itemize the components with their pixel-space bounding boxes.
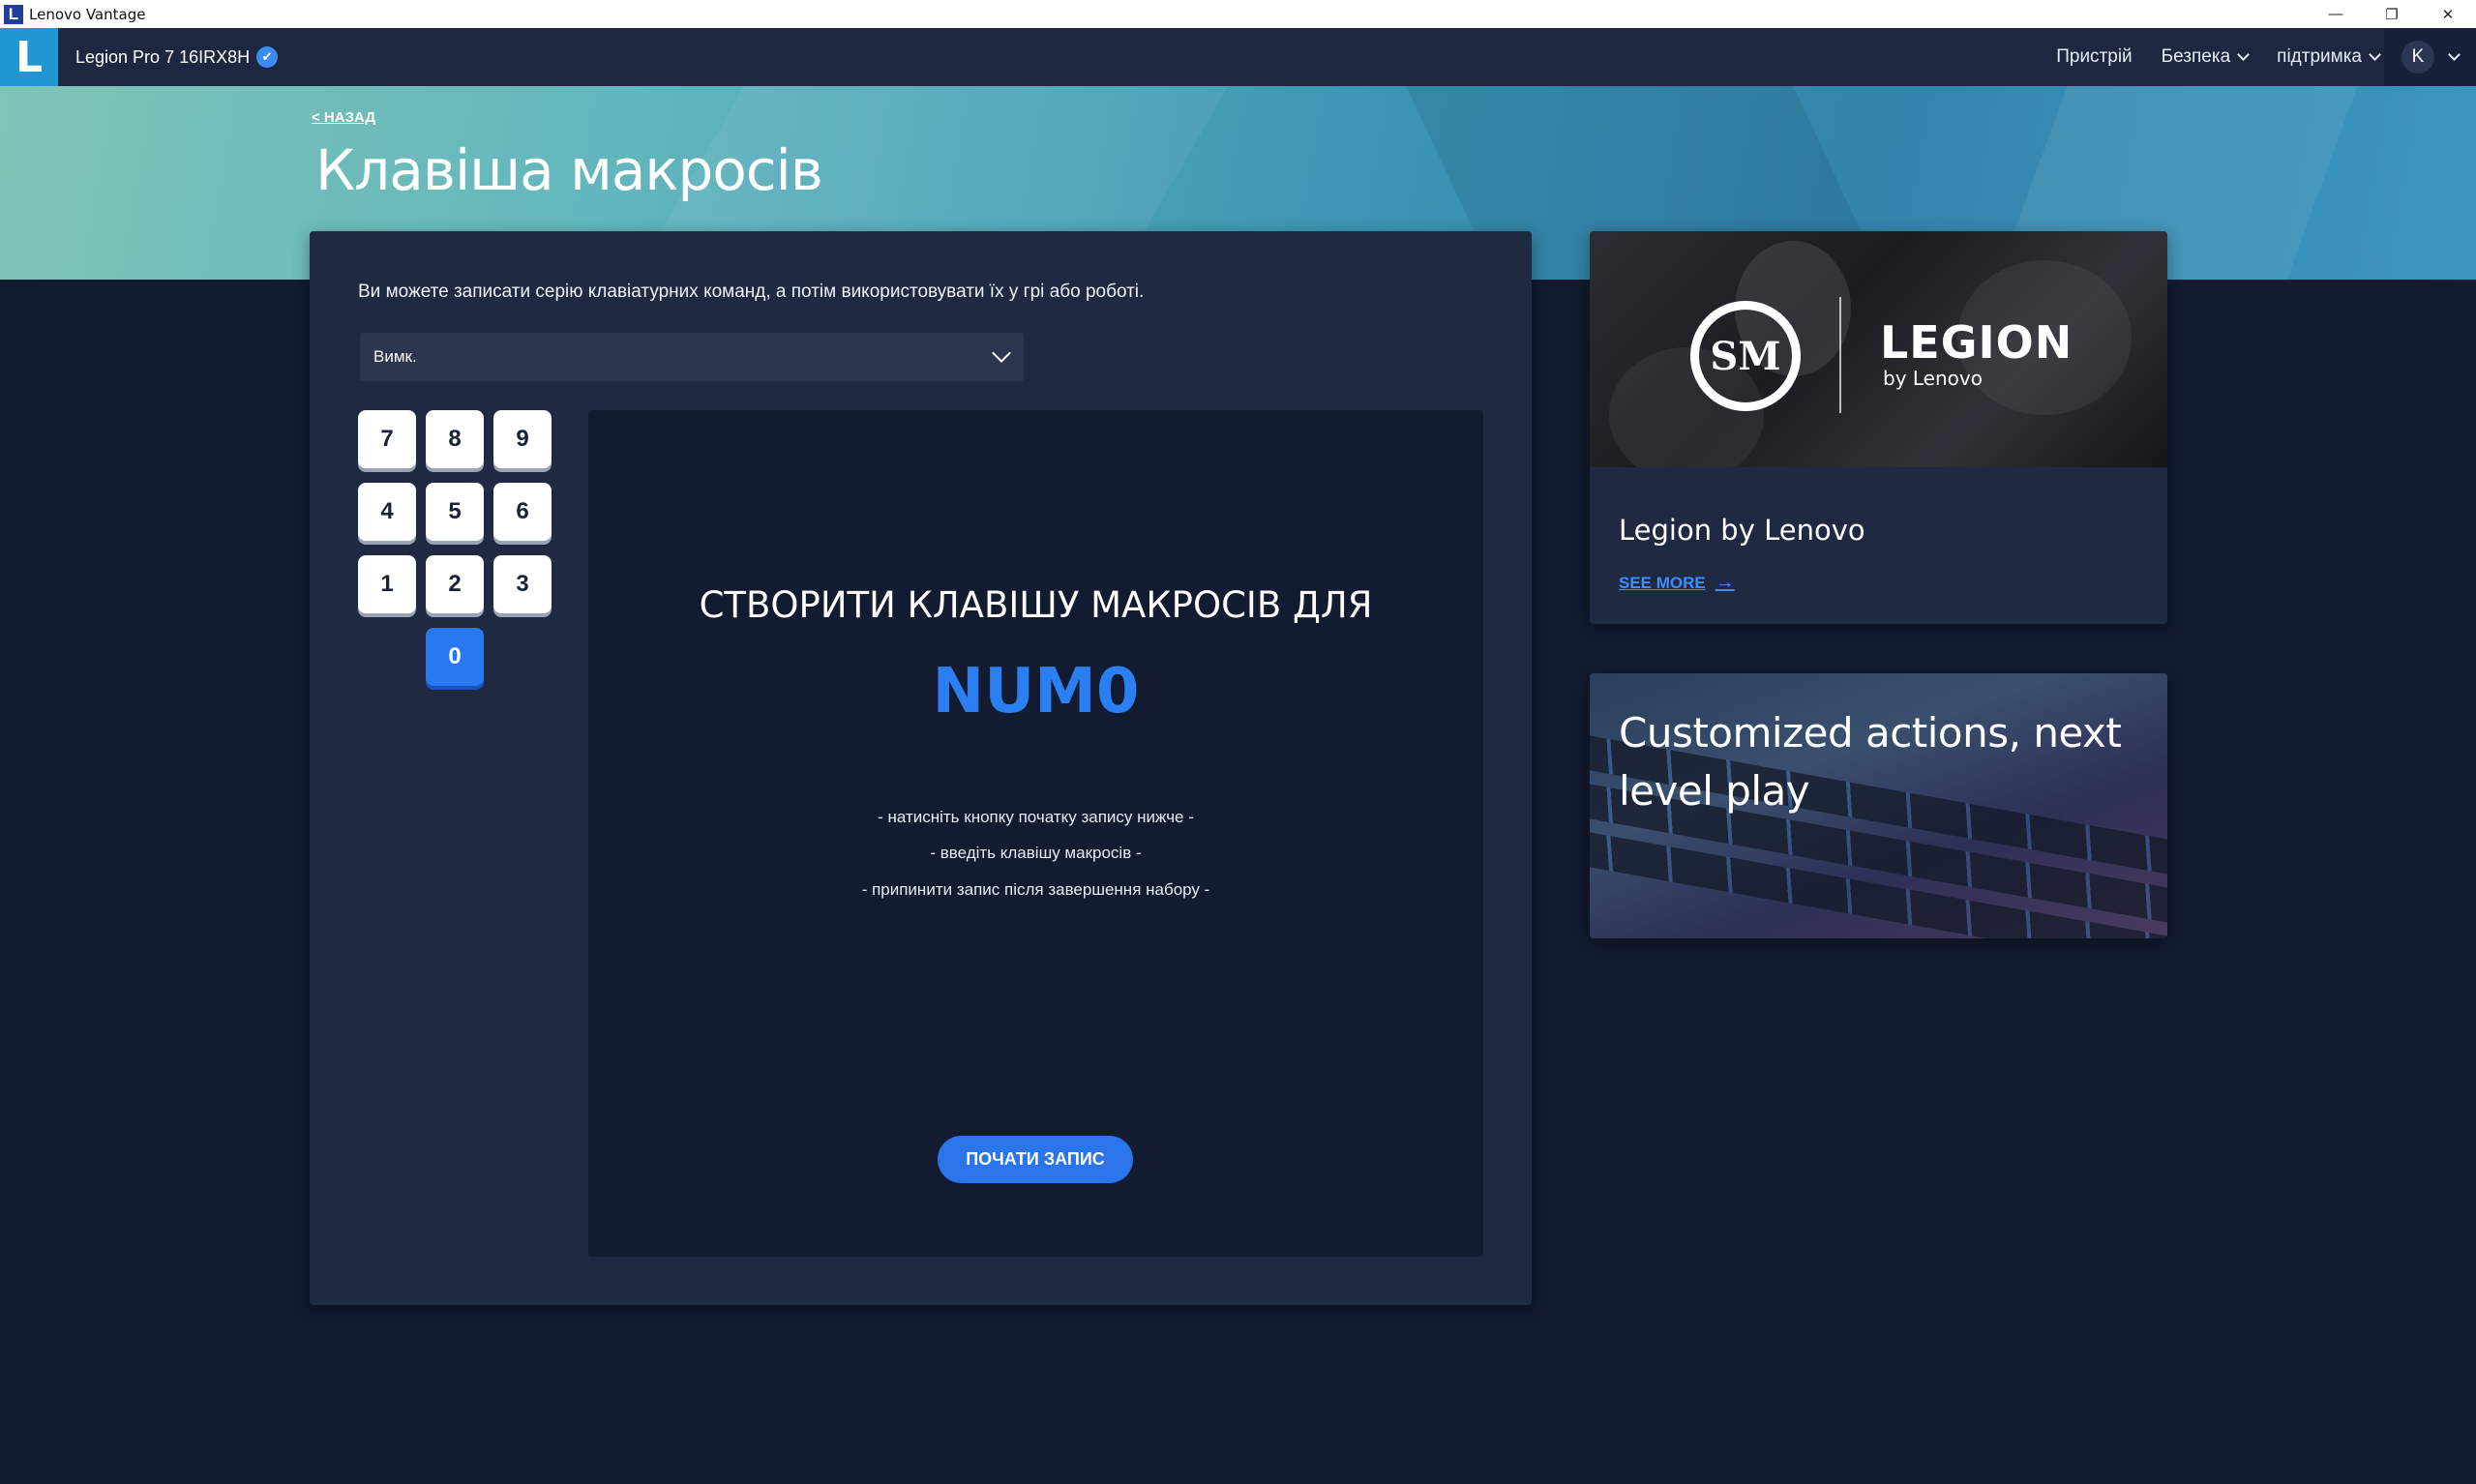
window-title: Lenovo Vantage [29,5,146,23]
numpad-key-0[interactable]: 0 [426,628,484,686]
nav-support-label: підтримка [2277,46,2362,67]
legion-promo-image: SM LEGION by Lenovo [1590,231,2167,467]
lenovo-logo[interactable]: L [0,28,58,86]
selected-key-name: NUM0 [932,656,1140,727]
verified-check-icon: ✔ [256,46,279,68]
close-button[interactable]: ✕ [2420,0,2476,28]
tsm-logo: SM [1690,301,1801,411]
nav-device-label: Пристрій [2056,46,2133,67]
keyboard-card-title: Customized actions, next level play [1619,709,2122,815]
nav-security[interactable]: Безпека [2161,46,2251,68]
page-title: Клавіша макросів [315,137,823,203]
numpad-key-8[interactable]: 8 [426,410,484,468]
device-name[interactable]: Legion Pro 7 16IRX8H [75,47,250,68]
os-title-bar: L Lenovo Vantage — ❐ ✕ [0,0,2476,28]
instruction-line: - натисніть кнопку початку запису нижче … [878,808,1194,826]
back-link[interactable]: < НАЗАД [312,109,375,126]
window-controls: — ❐ ✕ [2308,0,2476,28]
user-menu[interactable]: K [2384,28,2476,86]
legion-logo-word: LEGION [1880,316,2073,369]
numpad-key-5[interactable]: 5 [426,483,484,541]
numpad-key-9[interactable]: 9 [493,410,552,468]
nav-security-label: Безпека [2161,46,2231,67]
numpad-key-1[interactable]: 1 [358,555,416,613]
instruction-line: - припинити запис після завершення набор… [861,880,1210,899]
start-recording-button[interactable]: ПОЧАТИ ЗАПИС [938,1136,1133,1183]
numpad-keypad: 7 8 9 4 5 6 1 2 3 0 [358,410,561,700]
minimize-button[interactable]: — [2308,0,2364,28]
dropdown-value: Вимк. [373,347,417,366]
macro-mode-dropdown[interactable]: Вимк. [360,333,1024,381]
instruction-line: - введіть клавішу макросів - [930,844,1142,862]
chevron-down-icon [992,343,1011,363]
see-more-label: SEE MORE [1619,573,1706,592]
macro-key-panel: Ви можете записати серію клавіатурних ко… [310,231,1532,1305]
arrow-right-icon: → [1715,572,1735,593]
nav-device[interactable]: Пристрій [2056,46,2132,68]
avatar: K [2401,41,2434,74]
description-text: Ви можете записати серію клавіатурних ко… [358,282,1145,302]
record-area: СТВОРИТИ КЛАВІШУ МАКРОСІВ ДЛЯ NUM0 - нат… [588,410,1483,1257]
numpad-key-3[interactable]: 3 [493,555,552,613]
restore-button[interactable]: ❐ [2364,0,2420,28]
top-nav: Пристрій Безпека підтримка [2056,28,2381,86]
keyboard-promo-card[interactable]: Customized actions, next level play [1590,673,2167,938]
numpad-key-4[interactable]: 4 [358,483,416,541]
numpad-key-6[interactable]: 6 [493,483,552,541]
logo-divider [1839,297,1841,413]
chevron-down-icon [2369,48,2381,61]
see-more-link[interactable]: SEE MORE → [1619,572,1735,594]
legion-logo-sub: by Lenovo [1883,367,1983,390]
chevron-down-icon [2448,48,2461,61]
create-macro-heading: СТВОРИТИ КЛАВІШУ МАКРОСІВ ДЛЯ [699,584,1373,626]
legion-promo-card[interactable]: SM LEGION by Lenovo Legion by Lenovo SEE… [1590,231,2167,624]
numpad-key-7[interactable]: 7 [358,410,416,468]
numpad-key-2[interactable]: 2 [426,555,484,613]
legion-card-title: Legion by Lenovo [1619,514,1865,547]
app-header: L Legion Pro 7 16IRX8H ✔ Пристрій Безпек… [0,28,2476,86]
chevron-down-icon [2237,48,2251,61]
lenovo-app-icon: L [4,4,23,24]
nav-support[interactable]: підтримка [2277,46,2381,68]
